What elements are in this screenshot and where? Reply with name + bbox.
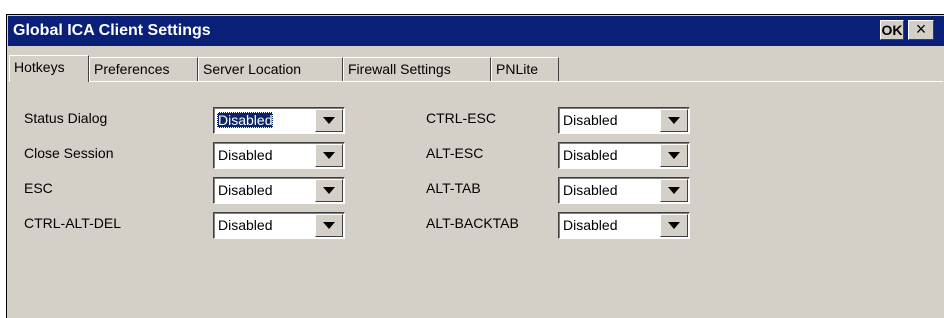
chevron-down-icon xyxy=(668,187,680,194)
alt-esc-value: Disabled xyxy=(563,147,618,163)
alt-backtab-value: Disabled xyxy=(563,217,618,233)
ctrl-esc-value: Disabled xyxy=(563,112,618,128)
ctrl-alt-del-select[interactable]: Disabled xyxy=(213,212,345,239)
alt-esc-select[interactable]: Disabled xyxy=(558,142,690,169)
status-dialog-value: Disabled xyxy=(217,112,274,128)
alt-backtab-label: ALT-BACKTAB xyxy=(426,215,519,231)
esc-value: Disabled xyxy=(218,182,273,198)
status-dialog-select[interactable]: Disabled xyxy=(213,107,345,134)
tab-panel-border xyxy=(9,81,943,82)
close-session-select[interactable]: Disabled xyxy=(213,142,345,169)
esc-select[interactable]: Disabled xyxy=(213,177,345,204)
close-session-dropdown-button[interactable] xyxy=(315,144,343,167)
alt-backtab-dropdown-button[interactable] xyxy=(660,214,688,237)
ctrl-alt-del-label: CTRL-ALT-DEL xyxy=(24,215,121,231)
ctrl-alt-del-value: Disabled xyxy=(218,217,273,233)
title-bar: Global ICA Client Settings OK × xyxy=(8,16,944,46)
chevron-down-icon xyxy=(323,152,335,159)
ctrl-alt-del-dropdown-button[interactable] xyxy=(315,214,343,237)
ok-button[interactable]: OK xyxy=(880,20,904,40)
close-session-label: Close Session xyxy=(24,145,114,161)
chevron-down-icon xyxy=(323,187,335,194)
esc-label: ESC xyxy=(24,180,53,196)
tab-pnlite[interactable]: PNLite xyxy=(491,57,559,81)
window-title: Global ICA Client Settings xyxy=(13,22,211,39)
esc-dropdown-button[interactable] xyxy=(315,179,343,202)
chevron-down-icon xyxy=(323,117,335,124)
status-dialog-dropdown-button[interactable] xyxy=(315,109,343,132)
tab-hotkeys[interactable]: Hotkeys xyxy=(9,55,89,82)
chevron-down-icon xyxy=(668,117,680,124)
settings-window: Global ICA Client Settings OK × Hotkeys … xyxy=(6,14,944,318)
ctrl-esc-dropdown-button[interactable] xyxy=(660,109,688,132)
tab-firewall-settings[interactable]: Firewall Settings xyxy=(343,57,491,81)
alt-tab-dropdown-button[interactable] xyxy=(660,179,688,202)
chevron-down-icon xyxy=(668,152,680,159)
alt-esc-label: ALT-ESC xyxy=(426,145,484,161)
chevron-down-icon xyxy=(323,222,335,229)
ctrl-esc-select[interactable]: Disabled xyxy=(558,107,690,134)
close-button[interactable]: × xyxy=(908,20,934,40)
alt-esc-dropdown-button[interactable] xyxy=(660,144,688,167)
chevron-down-icon xyxy=(668,222,680,229)
alt-tab-value: Disabled xyxy=(563,182,618,198)
close-session-value: Disabled xyxy=(218,147,273,163)
status-dialog-label: Status Dialog xyxy=(24,110,108,126)
alt-tab-select[interactable]: Disabled xyxy=(558,177,690,204)
alt-backtab-select[interactable]: Disabled xyxy=(558,212,690,239)
alt-tab-label: ALT-TAB xyxy=(426,180,481,196)
ctrl-esc-label: CTRL-ESC xyxy=(426,110,497,126)
tab-preferences[interactable]: Preferences xyxy=(89,57,198,81)
tab-server-location[interactable]: Server Location xyxy=(198,57,343,81)
